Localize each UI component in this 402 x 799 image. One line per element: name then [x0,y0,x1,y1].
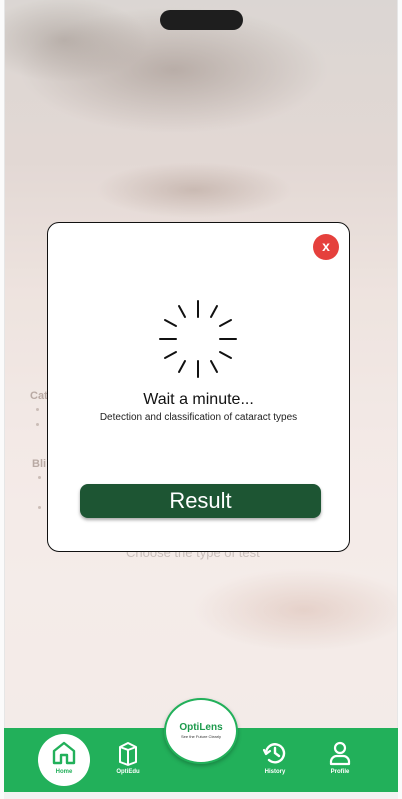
optilens-brand-button[interactable]: OptiLens See the Future Clearly [164,698,238,764]
loading-modal: x Wait a minute... Detection and classif… [47,222,350,552]
nav-profile-label: Profile [330,769,350,775]
home-indicator-area [4,792,398,799]
nav-optiedu[interactable]: OptiEdu [103,740,153,784]
book-icon [119,742,137,766]
brand-tagline: See the Future Clearly [180,734,222,739]
close-button[interactable]: x [313,234,339,260]
history-icon [262,743,286,764]
bg-bullet [38,506,41,509]
bg-bullet [36,423,39,426]
result-button[interactable]: Result [80,484,321,518]
wait-subtitle: Detection and classification of cataract… [99,412,298,423]
brand-name: OptiLens [179,722,223,733]
camera-notch [160,10,243,30]
nav-optiedu-label: OptiEdu [116,769,140,775]
close-icon: x [322,238,330,254]
nav-history-label: History [264,769,286,775]
bg-section-blindness: Bli [32,458,47,470]
bg-bullet [38,476,41,479]
nav-home[interactable]: Home [39,740,89,784]
profile-icon [329,741,351,766]
phone-screen: Cat Bli Choose the type of test x Wait a… [0,0,402,799]
nav-home-label: Home [55,769,73,775]
nav-history[interactable]: History [250,740,300,784]
spinner-icon [159,300,237,378]
nav-profile[interactable]: Profile [315,740,365,784]
bg-section-cataract: Cat [30,390,48,402]
wait-title: Wait a minute... [143,391,254,408]
home-icon [52,741,76,765]
bg-bullet [36,408,39,411]
